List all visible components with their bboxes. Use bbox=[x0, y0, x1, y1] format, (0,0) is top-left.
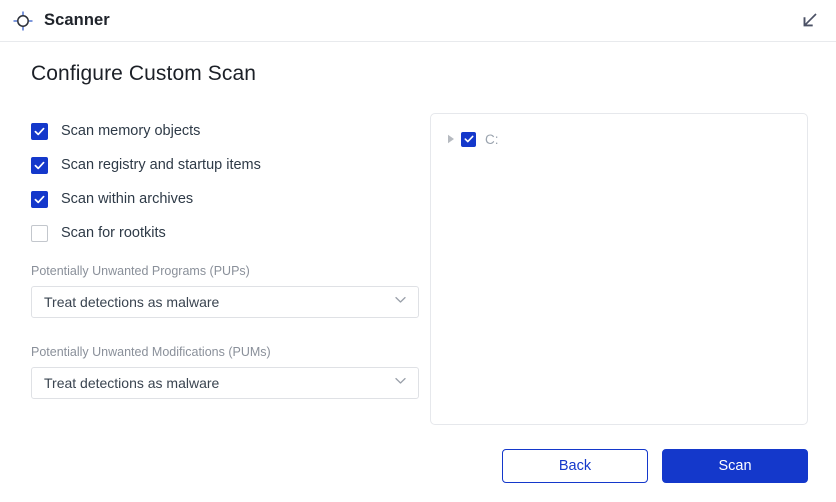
checkbox-checked-icon[interactable] bbox=[461, 131, 476, 147]
tree-item-label: C: bbox=[485, 131, 499, 147]
tree-item-c-drive[interactable]: C: bbox=[431, 128, 807, 150]
back-button[interactable]: Back bbox=[502, 449, 648, 483]
checkbox-row-scan-memory-objects[interactable]: Scan memory objects bbox=[31, 114, 421, 148]
chevron-down-icon bbox=[394, 293, 407, 311]
pups-label: Potentially Unwanted Programs (PUPs) bbox=[31, 264, 250, 278]
pums-select-value: Treat detections as malware bbox=[44, 375, 220, 391]
pums-select[interactable]: Treat detections as malware bbox=[31, 367, 419, 399]
checkbox-label: Scan memory objects bbox=[61, 123, 201, 139]
checkbox-unchecked-icon[interactable] bbox=[31, 224, 48, 242]
checkbox-checked-icon[interactable] bbox=[31, 122, 48, 140]
checkbox-row-scan-for-rootkits[interactable]: Scan for rootkits bbox=[31, 216, 421, 250]
pups-select-value: Treat detections as malware bbox=[44, 294, 220, 310]
checkbox-label: Scan for rootkits bbox=[61, 225, 166, 241]
pums-label: Potentially Unwanted Modifications (PUMs… bbox=[31, 345, 271, 359]
scan-button[interactable]: Scan bbox=[662, 449, 808, 483]
checkbox-checked-icon[interactable] bbox=[31, 156, 48, 174]
checkbox-label: Scan registry and startup items bbox=[61, 157, 261, 173]
drive-tree-panel[interactable]: C: bbox=[430, 113, 808, 425]
crosshair-target-icon bbox=[12, 10, 34, 32]
arrow-down-left-icon[interactable] bbox=[796, 8, 822, 34]
pums-field-group: Potentially Unwanted Modifications (PUMs… bbox=[31, 345, 421, 399]
pups-select[interactable]: Treat detections as malware bbox=[31, 286, 419, 318]
checkbox-row-scan-within-archives[interactable]: Scan within archives bbox=[31, 182, 421, 216]
footer-actions: Back Scan bbox=[0, 449, 836, 483]
app-title: Scanner bbox=[44, 11, 110, 29]
checkbox-checked-icon[interactable] bbox=[31, 190, 48, 208]
checkbox-row-scan-registry-and-startup-items[interactable]: Scan registry and startup items bbox=[31, 148, 421, 182]
title-bar: Scanner bbox=[0, 0, 836, 42]
page-title: Configure Custom Scan bbox=[31, 62, 257, 85]
pups-field-group: Potentially Unwanted Programs (PUPs) Tre… bbox=[31, 264, 421, 318]
checkbox-label: Scan within archives bbox=[61, 191, 194, 207]
triangle-right-icon[interactable] bbox=[444, 132, 458, 146]
title-bar-left: Scanner bbox=[12, 10, 110, 32]
chevron-down-icon bbox=[394, 374, 407, 392]
scan-options-column: Scan memory objects Scan registry and st… bbox=[31, 114, 421, 399]
